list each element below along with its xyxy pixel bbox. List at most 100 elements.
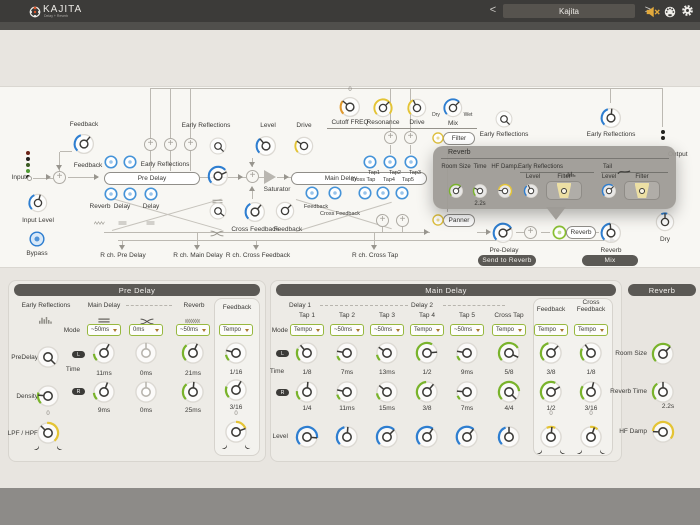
overlay-tail-level-knob[interactable] [600, 182, 618, 200]
pp-density-knob[interactable] [34, 382, 62, 410]
pp-mode-select-reverb[interactable]: ~50ms [176, 324, 210, 336]
mp-time-l3-knob[interactable] [373, 339, 401, 367]
mp-level-1-knob[interactable] [293, 423, 321, 451]
tap3-knob[interactable] [403, 154, 419, 170]
bypass-button[interactable] [28, 230, 46, 248]
mp-mode-select-feedback[interactable]: Tempo [534, 324, 568, 336]
filter-handle[interactable] [561, 187, 567, 194]
mp-time-r6-knob[interactable] [495, 378, 523, 406]
filter-drive-knob[interactable] [405, 96, 429, 120]
mp-mode-select-crossfeedback[interactable]: Tempo [574, 324, 608, 336]
filter-module[interactable]: Filter [443, 132, 475, 145]
pre-delay-module[interactable]: Pre Delay [104, 172, 200, 185]
pp-mode-select-cross[interactable]: 0ms [129, 324, 163, 336]
er-predelay-knob[interactable] [207, 135, 229, 157]
overlay-time-knob[interactable] [471, 182, 489, 200]
tap5-knob[interactable] [394, 185, 410, 201]
filter-handle[interactable] [639, 187, 645, 194]
mp-time-r3-knob[interactable] [373, 378, 401, 406]
mp-time-l4-knob[interactable] [413, 339, 441, 367]
mp-cross-feedback-filter-knob[interactable] [577, 423, 605, 451]
er-level-knob[interactable] [205, 163, 231, 189]
md-cross-feedback-knob-small[interactable] [327, 185, 343, 201]
gear-icon[interactable] [681, 4, 694, 17]
mp-level-5-knob[interactable] [453, 423, 481, 451]
overlay-er-filter-box[interactable] [546, 181, 582, 200]
feedback-knob-r[interactable] [273, 199, 297, 223]
reverb-predelay-knob[interactable] [490, 220, 516, 246]
overlay-hf-damp-knob[interactable] [496, 182, 514, 200]
mp-feedback-filter-knob[interactable] [537, 423, 565, 451]
mp-level-3-knob[interactable] [373, 423, 401, 451]
pp-lpf-hpf-knob[interactable] [34, 419, 62, 447]
panner-module-knob[interactable] [431, 213, 445, 227]
overlay-tail-filter-box[interactable] [624, 181, 660, 200]
mp-time-r2-knob[interactable] [333, 378, 361, 406]
pp-time-l-cross-knob[interactable] [132, 339, 160, 367]
midi-icon[interactable] [664, 5, 676, 18]
md-feedback-knob-small[interactable] [304, 185, 320, 201]
mp-mode-select-tap4[interactable]: Tempo [410, 324, 444, 336]
mp-cross-feedback-l-knob[interactable] [577, 339, 605, 367]
mp-feedback-l-knob[interactable] [537, 339, 565, 367]
mp-cross-feedback-r-knob[interactable] [577, 378, 605, 406]
rv-reverb-time-knob[interactable] [649, 378, 677, 406]
filter-module-knob[interactable] [431, 131, 445, 145]
cross-tap-knob[interactable] [357, 185, 373, 201]
er-drive-knob[interactable] [292, 134, 316, 158]
pp-mode-select-feedback[interactable]: Tempo [219, 324, 253, 336]
overlay-er-level-knob[interactable] [522, 182, 540, 200]
resonance-knob[interactable] [371, 96, 395, 120]
pp-time-r-reverb-knob[interactable] [179, 378, 207, 406]
feedback-send-knob[interactable] [103, 154, 119, 170]
tap1-knob[interactable] [362, 154, 378, 170]
mp-time-l5-knob[interactable] [453, 339, 481, 367]
feedback-knob[interactable] [71, 131, 97, 157]
dry-knob[interactable] [653, 210, 677, 234]
pp-right-badge[interactable]: R [72, 388, 85, 395]
delay-tap-knob-1[interactable] [122, 186, 138, 202]
tap2-knob[interactable] [382, 154, 398, 170]
mute-speaker-icon[interactable] [646, 5, 660, 18]
mp-mode-select-tap3[interactable]: ~50ms [370, 324, 404, 336]
pp-feedback-l-knob[interactable] [222, 339, 250, 367]
mp-time-l2-knob[interactable] [333, 339, 361, 367]
mp-time-l1-knob[interactable] [293, 339, 321, 367]
pp-feedback-r-knob[interactable] [222, 376, 250, 404]
mp-mode-select-tap1[interactable]: Tempo [290, 324, 324, 336]
mp-mode-select-crosstap[interactable]: Tempo [492, 324, 526, 336]
mp-level-6-knob[interactable] [495, 423, 523, 451]
rv-room-size-knob[interactable] [649, 340, 677, 368]
overlay-room-size-knob[interactable] [447, 182, 465, 200]
cutoff-freq-knob[interactable] [337, 94, 363, 120]
pp-time-r-cross-knob[interactable] [132, 378, 160, 406]
reverb-mix-button[interactable]: Mix [582, 255, 638, 266]
reverb-tap-knob[interactable] [103, 186, 119, 202]
input-level-knob[interactable] [26, 191, 50, 215]
er-density-knob[interactable] [207, 200, 229, 222]
reverb-level-knob[interactable] [598, 220, 624, 246]
mp-time-r1-knob[interactable] [293, 378, 321, 406]
pp-feedback-filter-knob[interactable] [222, 418, 250, 446]
mp-mode-select-tap5[interactable]: ~50ms [450, 324, 484, 336]
mp-time-l6-knob[interactable] [495, 339, 523, 367]
mp-time-r4-knob[interactable] [413, 378, 441, 406]
mp-level-4-knob[interactable] [413, 423, 441, 451]
mp-level-2-knob[interactable] [333, 423, 361, 451]
er-out-level-knob[interactable] [253, 133, 279, 159]
pp-left-badge[interactable]: L [72, 351, 85, 358]
tap4-knob[interactable] [375, 185, 391, 201]
pp-time-l-main-knob[interactable] [90, 339, 118, 367]
mp-feedback-r-knob[interactable] [537, 378, 565, 406]
cross-feedback-knob[interactable] [242, 199, 268, 225]
mp-mode-select-tap2[interactable]: ~50ms [330, 324, 364, 336]
panner-module[interactable]: Panner [443, 214, 475, 227]
pp-time-r-main-knob[interactable] [90, 378, 118, 406]
preset-display[interactable]: Kajita [503, 4, 635, 18]
mp-time-r5-knob[interactable] [453, 378, 481, 406]
pp-mode-select-main[interactable]: ~50ms [87, 324, 121, 336]
rv-hf-damp-knob[interactable] [649, 418, 677, 446]
pp-predelay-knob[interactable] [34, 343, 62, 371]
mp-right-badge[interactable]: R [276, 389, 289, 396]
er-send-knob[interactable] [122, 154, 138, 170]
